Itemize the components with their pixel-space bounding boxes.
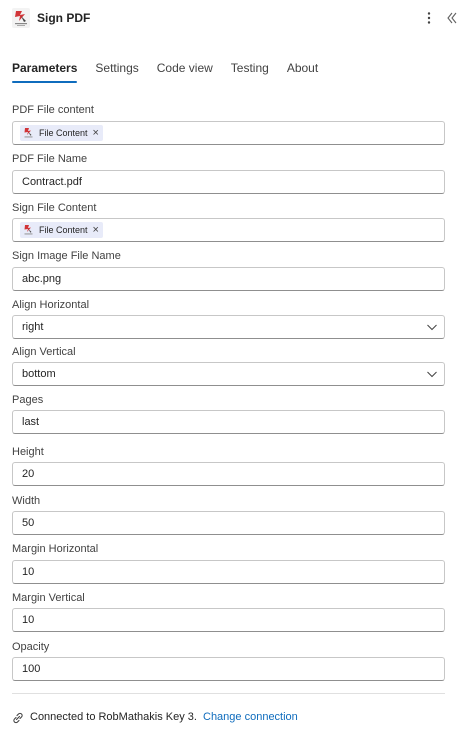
tab-testing[interactable]: Testing (231, 61, 269, 85)
collapse-double-chevron-icon (447, 12, 457, 24)
align-horizontal-value: right (22, 321, 44, 333)
margin-horizontal-label: Margin Horizontal (12, 543, 99, 555)
sign-image-file-name-input[interactable]: abc.png (12, 267, 445, 291)
margin-horizontal-input[interactable]: 10 (12, 560, 445, 584)
collapse-panel-button[interactable] (447, 9, 459, 27)
pdf-file-content-input[interactable]: File Content × (12, 121, 445, 145)
align-vertical-select[interactable]: bottom (12, 362, 445, 386)
pdf-file-name-label: PDF File Name (12, 153, 88, 165)
chevron-down-icon (427, 371, 437, 378)
margin-vertical-label: Margin Vertical (12, 592, 85, 604)
margin-vertical-input[interactable]: 10 (12, 608, 445, 632)
width-label: Width (12, 495, 41, 507)
pdf-file-content-label: PDF File content (12, 104, 94, 116)
panel-title: Sign PDF (37, 11, 91, 25)
chevron-down-icon (427, 324, 437, 331)
footer-divider (12, 693, 445, 694)
pages-label: Pages (12, 394, 44, 406)
sign-file-content-input[interactable]: File Content × (12, 218, 445, 242)
tab-code-view[interactable]: Code view (157, 61, 213, 85)
file-content-token[interactable]: File Content × (20, 125, 103, 141)
align-vertical-value: bottom (22, 368, 56, 380)
panel-header: Sign PDF (0, 0, 459, 38)
pages-input[interactable]: last (12, 410, 445, 434)
file-content-token[interactable]: File Content × (20, 222, 103, 238)
pdf-file-name-input[interactable]: Contract.pdf (12, 170, 445, 194)
align-vertical-label: Align Vertical (12, 346, 76, 358)
token-label: File Content (39, 225, 88, 235)
connector-logo-icon (24, 128, 33, 138)
tab-parameters[interactable]: Parameters (12, 61, 78, 85)
remove-token-icon[interactable]: × (93, 225, 99, 236)
connection-status-text: Connected to RobMathakis Key 3. (30, 711, 197, 723)
connector-logo-icon (24, 225, 33, 235)
height-input[interactable]: 20 (12, 462, 445, 486)
token-label: File Content (39, 128, 88, 138)
sign-image-file-name-label: Sign Image File Name (12, 250, 121, 262)
align-horizontal-label: Align Horizontal (12, 299, 90, 311)
tab-bar: Parameters Settings Code view Testing Ab… (12, 61, 336, 87)
height-label: Height (12, 446, 44, 458)
change-connection-link[interactable]: Change connection (203, 711, 298, 723)
tab-about[interactable]: About (287, 61, 318, 85)
more-options-button[interactable] (420, 9, 438, 27)
more-vertical-icon (427, 12, 431, 24)
width-input[interactable]: 50 (12, 511, 445, 535)
remove-token-icon[interactable]: × (93, 128, 99, 139)
connector-logo-icon (12, 8, 30, 28)
link-connection-icon (12, 711, 24, 724)
align-horizontal-select[interactable]: right (12, 315, 445, 339)
sign-file-content-label: Sign File Content (12, 202, 97, 214)
tab-settings[interactable]: Settings (95, 61, 138, 85)
opacity-label: Opacity (12, 641, 50, 653)
opacity-input[interactable]: 100 (12, 657, 445, 681)
